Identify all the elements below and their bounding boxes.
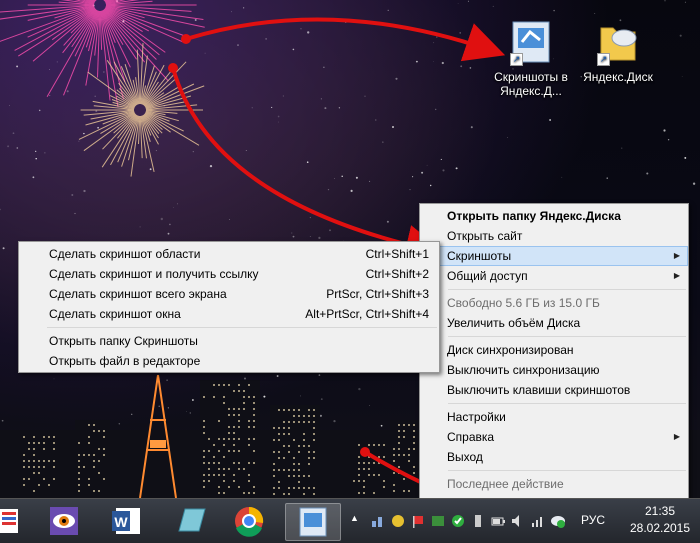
menu-separator <box>448 336 686 337</box>
taskbar-app-yandex-screenshots[interactable] <box>285 503 341 541</box>
submenu-item-label: Сделать скриншот окна <box>49 307 181 321</box>
submenu-item[interactable]: Открыть файл в редакторе <box>19 351 439 371</box>
shortcut-label: PrtScr, Ctrl+Shift+3 <box>326 284 429 304</box>
tray-network-icon[interactable] <box>370 513 386 529</box>
yandex-disk-shortcut[interactable]: ↗ Яндекс.Диск <box>578 20 658 84</box>
menu-item[interactable]: Выключить синхронизацию <box>420 360 688 380</box>
menu-item: Последнее действие <box>420 474 688 494</box>
yandex-screenshots-shortcut[interactable]: ↗ Скриншоты в Яндекс.Д... <box>491 20 571 98</box>
tray-signal-icon[interactable] <box>530 513 546 529</box>
tray-battery-icon[interactable] <box>490 513 506 529</box>
start-icon <box>0 503 22 539</box>
submenu-item-label: Открыть папку Скриншоты <box>49 334 198 348</box>
word-icon: W <box>100 503 154 539</box>
menu-item-label: Выключить синхронизацию <box>447 363 600 377</box>
submenu-item-label: Открыть файл в редакторе <box>49 354 200 368</box>
menu-separator <box>448 403 686 404</box>
clock[interactable]: 21:35 28.02.2015 <box>624 503 696 537</box>
yandex-disk-context-menu: Открыть папку Яндекс.Диска Открыть сайт Ск… <box>419 203 689 500</box>
submenu-item[interactable]: Сделать скриншот области Ctrl+Shift+1 <box>19 244 439 264</box>
yandex-disk-folder-icon: ↗ <box>597 20 639 66</box>
shortcut-arrow-icon: ↗ <box>597 53 610 66</box>
taskbar-app-viewer[interactable] <box>36 503 90 539</box>
menu-item-label: Увеличить объём Диска <box>447 316 580 330</box>
menu-item-label: Настройки <box>447 410 506 424</box>
menu-separator <box>47 327 437 328</box>
taskbar-app-word[interactable]: W <box>100 503 154 539</box>
tray-flag-icon[interactable] <box>410 513 426 529</box>
menu-item[interactable]: Выход <box>420 447 688 467</box>
screenshots-submenu: Сделать скриншот областиCtrl+Shift+1Сдел… <box>18 241 440 373</box>
tray-app-icon[interactable] <box>390 513 406 529</box>
faststone-viewer-icon <box>36 503 90 539</box>
word-letter: W <box>114 514 128 530</box>
menu-item-label: Свободно 5.6 ГБ из 15.0 ГБ <box>447 296 600 310</box>
taskbar-app-notepad[interactable] <box>163 503 217 539</box>
submenu-item[interactable]: Открыть папку Скриншоты <box>19 331 439 351</box>
tray-volume-icon[interactable] <box>510 513 526 529</box>
taskbar-app-chrome[interactable] <box>222 503 276 539</box>
shortcut-label: Ctrl+Shift+1 <box>366 244 429 264</box>
submenu-item[interactable]: Сделать скриншот всего экрана PrtScr, Ctr… <box>19 284 439 304</box>
menu-item[interactable]: Настройки <box>420 407 688 427</box>
submenu-item[interactable]: Сделать скриншот окна Alt+PrtScr, Ctrl+Sh… <box>19 304 439 324</box>
taskbar: W ▲ РУС 21:35 28.02.2015 <box>0 498 700 543</box>
submenu-arrow-icon: ▶ <box>674 266 680 286</box>
menu-item-label: Скриншоты <box>447 249 511 263</box>
submenu-item[interactable]: Сделать скриншот и получить ссылку Ctrl+S… <box>19 264 439 284</box>
tray-check-icon[interactable] <box>450 513 466 529</box>
desktop-icon-label: Скриншоты в Яндекс.Д... <box>491 70 571 98</box>
submenu-arrow-icon: ▶ <box>674 246 680 266</box>
shortcut-label: Ctrl+Shift+2 <box>366 264 429 284</box>
menu-item[interactable]: Скриншоты ▶ <box>420 246 688 266</box>
menu-item-label: Диск синхронизирован <box>447 343 574 357</box>
submenu-item-label: Сделать скриншот и получить ссылку <box>49 267 259 281</box>
menu-item[interactable]: Открыть сайт <box>420 226 688 246</box>
screenshots-icon: ↗ <box>510 20 552 66</box>
menu-item-label: Последнее действие <box>447 477 564 491</box>
menu-item-label: Общий доступ <box>447 269 528 283</box>
menu-item[interactable]: Увеличить объём Диска <box>420 313 688 333</box>
submenu-item-label: Сделать скриншот области <box>49 247 200 261</box>
menu-item-label: Выключить клавиши скриншотов <box>447 383 630 397</box>
menu-item[interactable]: Общий доступ ▶ <box>420 266 688 286</box>
tray-usb-icon[interactable] <box>470 513 486 529</box>
show-hidden-icons-icon[interactable]: ▲ <box>350 513 366 529</box>
shortcut-label: Alt+PrtScr, Ctrl+Shift+4 <box>305 304 429 324</box>
menu-item-label: Справка <box>447 430 494 444</box>
menu-item[interactable]: Выключить клавиши скриншотов <box>420 380 688 400</box>
tray-yandex-disk-icon[interactable] <box>550 513 566 529</box>
chrome-icon <box>222 503 276 539</box>
menu-item[interactable]: Открыть папку Яндекс.Диска <box>420 206 688 226</box>
menu-separator <box>448 470 686 471</box>
shortcut-arrow-icon: ↗ <box>510 53 523 66</box>
notepad-icon <box>163 503 217 539</box>
tray-app-icon[interactable] <box>430 513 446 529</box>
taskbar-app-start[interactable] <box>0 503 22 539</box>
menu-separator <box>448 289 686 290</box>
menu-item: Свободно 5.6 ГБ из 15.0 ГБ <box>420 293 688 313</box>
menu-item-label: Открыть сайт <box>447 229 522 243</box>
desktop-icon-label: Яндекс.Диск <box>578 70 658 84</box>
submenu-item-label: Сделать скриншот всего экрана <box>49 287 227 301</box>
clock-date: 28.02.2015 <box>624 520 696 537</box>
language-indicator[interactable]: РУС <box>581 513 605 527</box>
submenu-arrow-icon: ▶ <box>674 427 680 447</box>
menu-item-label: Выход <box>447 450 483 464</box>
yandex-screenshots-icon <box>286 504 340 540</box>
menu-item[interactable]: Диск синхронизирован <box>420 340 688 360</box>
clock-time: 21:35 <box>624 503 696 520</box>
menu-item[interactable]: Справка ▶ <box>420 427 688 447</box>
menu-item-label: Открыть папку Яндекс.Диска <box>447 209 621 223</box>
